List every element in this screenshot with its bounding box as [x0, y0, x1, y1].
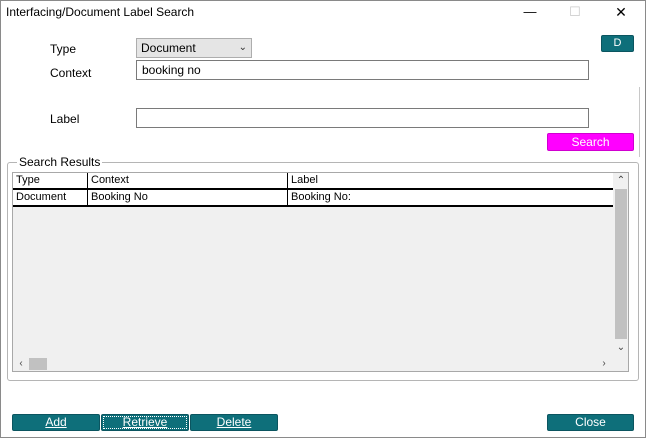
context-input[interactable]: booking no	[136, 60, 589, 80]
context-label: Context	[50, 66, 92, 80]
add-button-label: Add	[45, 415, 67, 429]
type-select[interactable]: Document ⌄	[136, 38, 252, 58]
close-button[interactable]: Close	[547, 414, 634, 431]
retrieve-button-label: Retrieve	[122, 415, 168, 429]
scroll-up-icon[interactable]: ⌃	[613, 174, 628, 188]
add-button[interactable]: Add	[12, 414, 100, 431]
cell-type: Document	[13, 190, 88, 205]
search-button[interactable]: Search	[547, 133, 634, 151]
cell-label: Booking No:	[291, 191, 351, 203]
title-bar[interactable]: Interfacing/Document Label Search — ☐ ✕	[1, 1, 645, 25]
minimize-button[interactable]: —	[519, 3, 541, 23]
type-select-value: Document	[141, 41, 196, 55]
column-header-type[interactable]: Type	[13, 173, 88, 188]
type-label: Type	[50, 42, 77, 56]
column-header-context[interactable]: Context	[88, 173, 288, 188]
grid-header: Type Context Label	[13, 173, 613, 190]
divider	[639, 87, 640, 157]
scroll-left-icon[interactable]: ‹	[14, 356, 28, 371]
results-grid[interactable]: Type Context Label Document Booking No B…	[12, 172, 629, 372]
search-results-title: Search Results	[17, 155, 103, 169]
window-title: Interfacing/Document Label Search	[6, 5, 195, 19]
label-label: Label	[50, 112, 80, 126]
dialog-window: Interfacing/Document Label Search — ☐ ✕ …	[0, 0, 646, 438]
column-header-label[interactable]: Label	[288, 173, 613, 188]
close-window-button[interactable]: ✕	[610, 3, 632, 23]
scroll-down-icon[interactable]: ⌄	[613, 341, 628, 355]
scroll-right-icon[interactable]: ›	[597, 356, 611, 371]
maximize-button[interactable]: ☐	[564, 3, 586, 23]
d-button[interactable]: D	[601, 35, 634, 52]
table-row[interactable]: Document Booking No Booking No:	[13, 190, 613, 207]
delete-button-label: Delete	[216, 415, 252, 429]
label-input[interactable]	[136, 108, 589, 128]
vertical-scroll-thumb[interactable]	[615, 189, 627, 339]
cell-context: Booking No	[88, 190, 288, 205]
horizontal-scrollbar[interactable]: ‹ ›	[13, 356, 613, 371]
horizontal-scroll-thumb[interactable]	[29, 358, 47, 370]
delete-button[interactable]: Delete	[190, 414, 278, 431]
vertical-scrollbar[interactable]: ⌃ ⌄	[613, 173, 628, 356]
chevron-down-icon: ⌄	[238, 42, 247, 53]
retrieve-button[interactable]: Retrieve	[101, 414, 189, 431]
